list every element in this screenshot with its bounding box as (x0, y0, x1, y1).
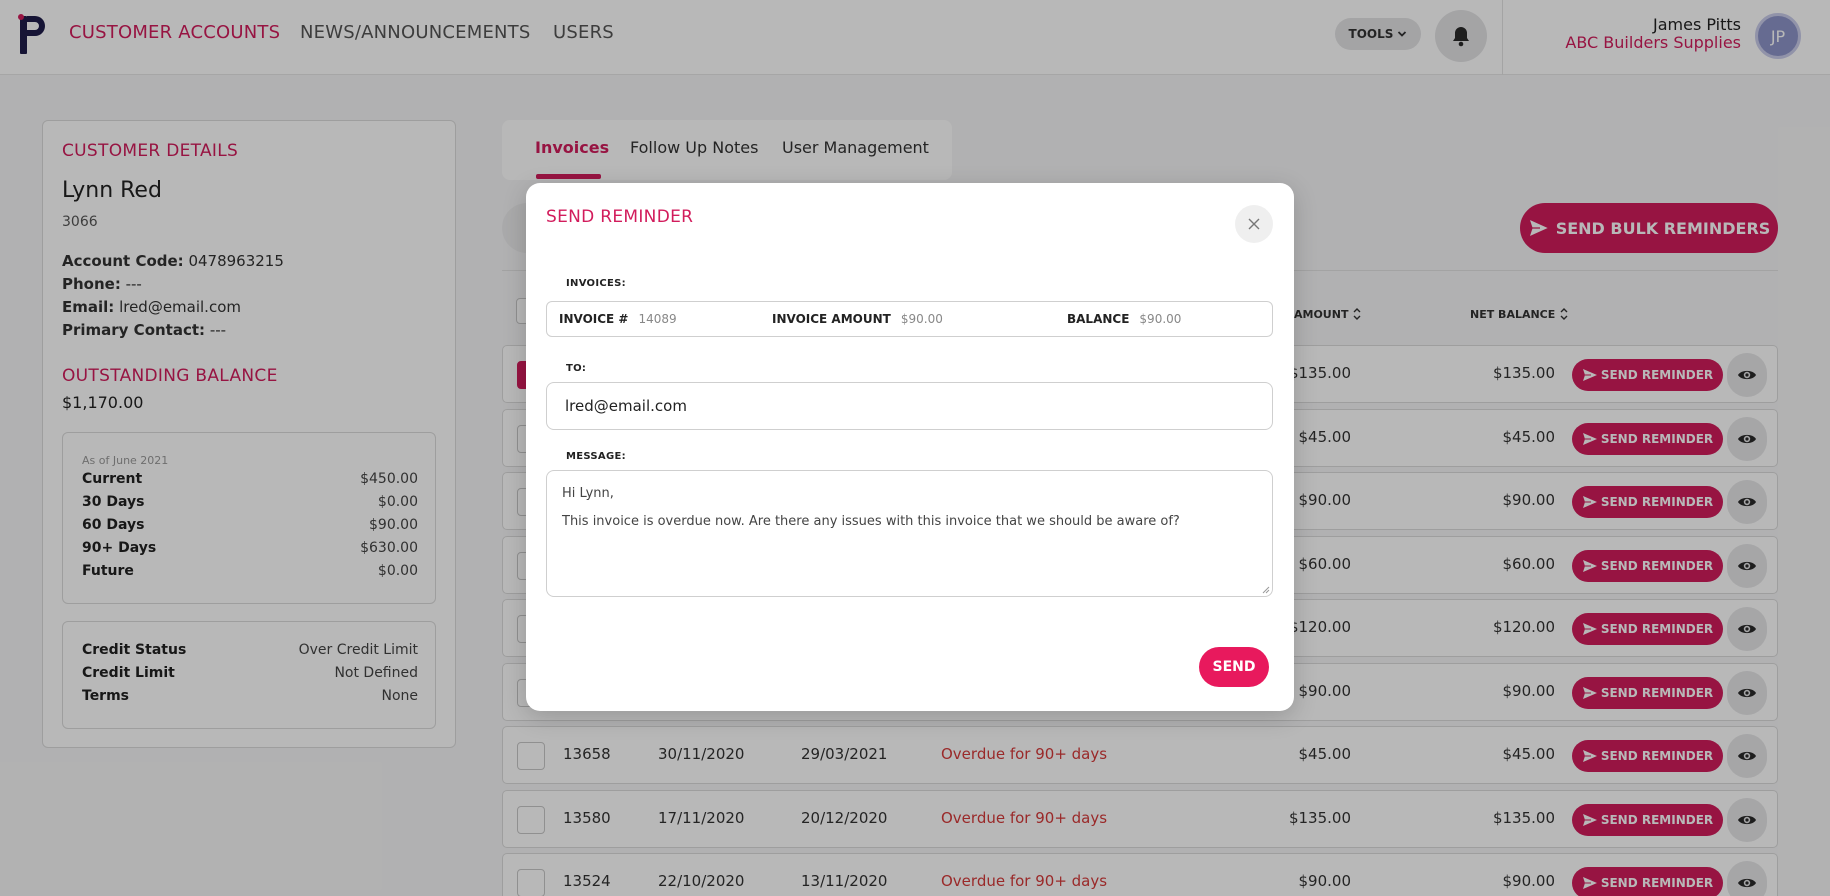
invoice-balance: BALANCE $90.00 (1067, 312, 1181, 326)
balance-label: BALANCE (1067, 312, 1130, 326)
invoice-summary: INVOICE # 14089 INVOICE AMOUNT $90.00 BALA… (546, 301, 1273, 337)
to-email-input[interactable] (546, 382, 1273, 430)
resize-grip-icon[interactable] (1260, 584, 1270, 594)
invoice-number-value: 14089 (638, 312, 677, 326)
invoice-number: INVOICE # 14089 (559, 312, 677, 326)
invoice-amount-label: INVOICE AMOUNT (772, 312, 891, 326)
invoice-amount: INVOICE AMOUNT $90.00 (772, 312, 943, 326)
message-greeting: Hi Lynn, (562, 486, 614, 501)
send-reminder-modal: SEND REMINDER INVOICES: INVOICE # 14089 I… (526, 183, 1294, 711)
balance-value: $90.00 (1139, 312, 1182, 326)
invoice-number-label: INVOICE # (559, 312, 629, 326)
message-label: MESSAGE: (566, 451, 626, 462)
modal-title: SEND REMINDER (546, 207, 694, 227)
invoices-label: INVOICES: (566, 278, 626, 289)
close-icon (1248, 218, 1260, 230)
message-textarea[interactable]: Hi Lynn, This invoice is overdue now. Ar… (546, 470, 1273, 597)
message-body: This invoice is overdue now. Are there a… (562, 514, 1180, 530)
close-button[interactable] (1235, 205, 1273, 243)
to-label: TO: (566, 363, 587, 374)
send-button[interactable]: SEND (1199, 647, 1269, 687)
invoice-amount-value: $90.00 (900, 312, 943, 326)
